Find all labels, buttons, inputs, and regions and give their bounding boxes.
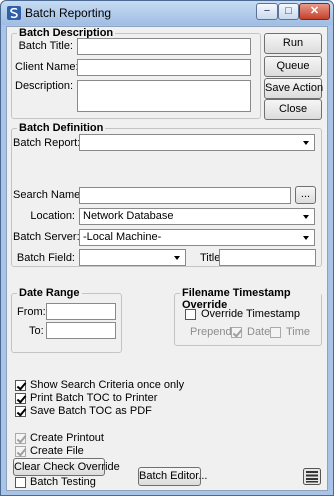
prepend-label: Prepend:	[190, 326, 235, 338]
title-input[interactable]	[219, 249, 316, 266]
location-value: Network Database	[83, 210, 174, 222]
client-name-label: Client Name:	[15, 61, 79, 73]
from-label: From:	[17, 306, 46, 318]
time-label: Time	[286, 326, 311, 338]
override-timestamp-checkbox[interactable]	[185, 309, 196, 320]
title-bar[interactable]: Batch Reporting − □ ✕	[1, 1, 333, 25]
batch-field-dropdown[interactable]	[79, 249, 186, 266]
run-button[interactable]: Run	[264, 33, 322, 54]
client-name-input[interactable]	[77, 59, 251, 76]
clear-check-override-button[interactable]: Clear Check Override	[13, 458, 120, 476]
chevron-down-icon	[299, 210, 313, 223]
print-batch-toc-checkbox[interactable]	[15, 393, 26, 404]
show-search-criteria-label: Show Search Criteria once only	[30, 379, 185, 391]
window-title: Batch Reporting	[25, 6, 112, 20]
batch-testing-label: Batch Testing	[30, 476, 96, 488]
close-button[interactable]: Close	[264, 99, 322, 120]
date-checkbox[interactable]	[231, 327, 242, 338]
create-file-label: Create File	[30, 445, 84, 457]
from-date-input[interactable]	[46, 303, 116, 320]
app-icon	[7, 6, 21, 20]
chevron-down-icon	[170, 251, 184, 264]
browse-search-button[interactable]: ...	[295, 186, 316, 204]
create-file-checkbox[interactable]	[15, 446, 26, 457]
description-textarea[interactable]	[77, 80, 251, 112]
create-printout-checkbox[interactable]	[15, 433, 26, 444]
print-batch-toc-label: Print Batch TOC to Printer	[30, 392, 158, 404]
batch-report-label: Batch Report:	[13, 137, 81, 149]
stack-icon[interactable]	[303, 468, 321, 485]
location-dropdown[interactable]: Network Database	[79, 208, 315, 225]
save-batch-toc-pdf-label: Save Batch TOC as PDF	[30, 405, 152, 417]
batch-definition-title: Batch Definition	[17, 122, 106, 134]
location-label: Location:	[30, 210, 75, 222]
create-printout-label: Create Printout	[30, 432, 104, 444]
chevron-down-icon	[299, 136, 313, 149]
date-range-title: Date Range	[17, 287, 82, 299]
queue-button[interactable]: Queue	[264, 56, 322, 77]
save-batch-toc-pdf-checkbox[interactable]	[15, 406, 26, 417]
search-name-label: Search Name:	[13, 189, 84, 201]
show-search-criteria-checkbox[interactable]	[15, 380, 26, 391]
batch-report-dropdown[interactable]	[79, 134, 315, 151]
override-timestamp-label: Override Timestamp	[201, 308, 301, 320]
search-name-input[interactable]	[79, 187, 291, 204]
batch-editor-button[interactable]: Batch Editor...	[138, 467, 207, 486]
to-label: To:	[29, 325, 44, 337]
batch-title-input[interactable]	[77, 38, 251, 55]
to-date-input[interactable]	[46, 322, 116, 339]
chevron-down-icon	[299, 231, 313, 244]
batch-server-label: Batch Server:	[13, 231, 80, 243]
batch-server-dropdown[interactable]: -Local Machine-	[79, 229, 315, 246]
save-action-button[interactable]: Save Action	[264, 78, 323, 99]
batch-server-value: -Local Machine-	[83, 231, 162, 243]
date-label: Date	[247, 326, 271, 338]
description-label: Description:	[15, 80, 74, 92]
batch-field-label: Batch Field:	[16, 252, 75, 264]
close-window-button[interactable]: ✕	[299, 3, 330, 20]
batch-reporting-window: Batch Reporting − □ ✕ Batch Description …	[0, 0, 334, 496]
batch-testing-checkbox[interactable]	[15, 477, 26, 488]
batch-title-label: Batch Title:	[18, 40, 73, 52]
time-checkbox[interactable]	[270, 327, 281, 338]
minimize-button[interactable]: −	[256, 3, 278, 20]
dialog-body: Batch Description Batch Title: Client Na…	[6, 26, 328, 491]
maximize-button[interactable]: □	[278, 3, 299, 20]
